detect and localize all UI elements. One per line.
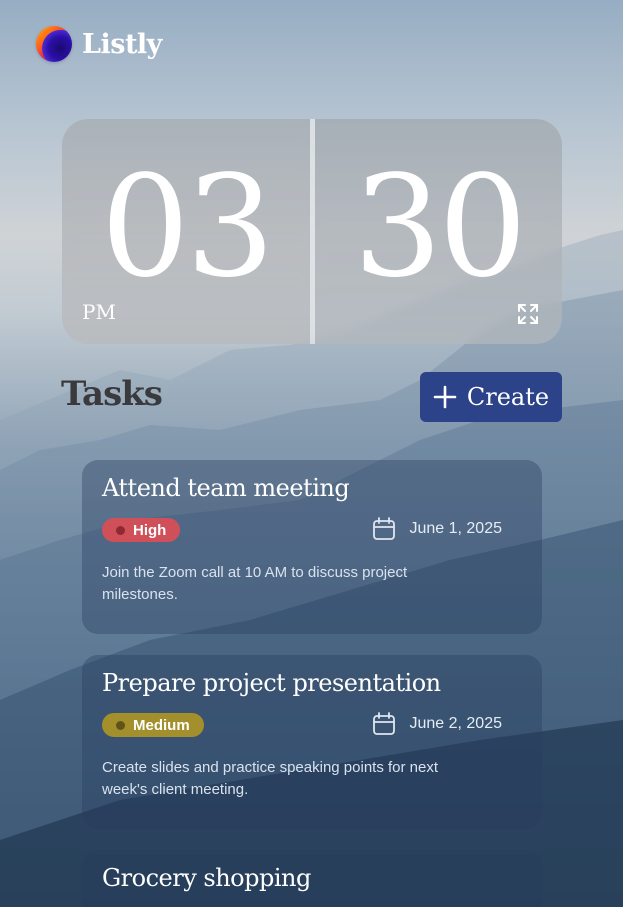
task-date: June 2, 2025 (371, 711, 502, 737)
task-date-text: June 1, 2025 (409, 520, 502, 537)
task-card[interactable]: Grocery shopping (82, 850, 542, 907)
tasks-heading: Tasks (61, 374, 163, 414)
priority-label: High (133, 521, 167, 539)
create-button-label: Create (466, 383, 550, 411)
task-title: Attend team meeting (102, 474, 350, 502)
priority-label: Medium (133, 716, 190, 734)
priority-badge: Medium (102, 713, 204, 737)
task-title: Prepare project presentation (102, 669, 441, 697)
task-description: Join the Zoom call at 10 AM to discuss p… (102, 564, 408, 603)
task-card[interactable]: Attend team meeting High June 1, 2025 Jo… (82, 460, 542, 634)
clock-minutes-panel: 30 (314, 119, 562, 344)
calendar-icon (373, 712, 396, 735)
task-meta: High June 1, 2025 (102, 516, 522, 546)
priority-badge: High (102, 518, 181, 542)
task-description: Create slides and practice speaking poin… (102, 759, 439, 798)
calendar-icon (373, 517, 396, 540)
clock-period: PM (82, 300, 116, 324)
logo-icon[interactable] (36, 26, 72, 62)
task-meta: Medium June 2, 2025 (102, 711, 522, 741)
flip-clock: 03 PM 30 (62, 119, 562, 344)
priority-dot-icon (116, 525, 125, 535)
task-date: June 1, 2025 (371, 516, 502, 542)
task-card[interactable]: Prepare project presentation Medium June… (82, 655, 542, 829)
plus-icon (433, 385, 457, 409)
brand-name[interactable]: Listly (82, 29, 162, 60)
create-task-button[interactable]: Create (420, 372, 562, 422)
expand-icon[interactable] (516, 302, 540, 326)
clock-minutes: 30 (353, 146, 527, 309)
priority-dot-icon (116, 720, 125, 730)
clock-hours: 03 (100, 146, 275, 309)
clock-hours-panel: 03 PM (62, 119, 310, 344)
task-title: Grocery shopping (102, 864, 311, 892)
app-header: Listly (36, 26, 162, 62)
task-date-text: June 2, 2025 (409, 715, 502, 732)
